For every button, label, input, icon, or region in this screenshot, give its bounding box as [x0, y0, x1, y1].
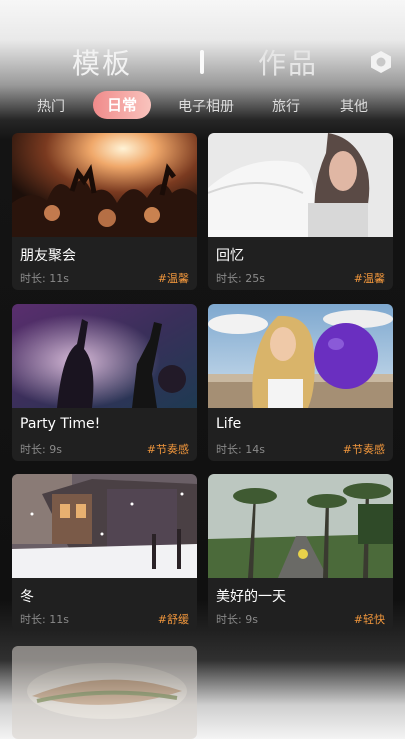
card-title: 美好的一天: [216, 589, 286, 605]
card-tag: #节奏感: [342, 443, 385, 456]
category-tabs: 热门 日常 电子相册 旅行 其他: [0, 90, 405, 122]
card-duration: 时长: 25s: [216, 272, 265, 285]
template-card[interactable]: 回忆 时长: 25s #温馨: [208, 133, 393, 290]
card-tag: #温馨: [157, 272, 189, 285]
card-tag: #轻快: [353, 613, 385, 626]
tab-templates[interactable]: 模板: [72, 42, 132, 82]
category-tab-daily[interactable]: 日常: [93, 91, 152, 119]
card-tag: #舒缓: [157, 613, 189, 626]
card-duration: 时长: 11s: [20, 272, 69, 285]
card-title: 回忆: [216, 248, 244, 264]
tab-works[interactable]: 作品: [258, 42, 318, 82]
template-card[interactable]: 冬 时长: 11s #舒缓: [12, 474, 197, 631]
template-card[interactable]: 美好的一天 时长: 9s #轻快: [208, 474, 393, 631]
card-duration: 时长: 11s: [20, 613, 69, 626]
template-card-partial[interactable]: [12, 646, 197, 739]
card-duration: 时长: 9s: [216, 613, 258, 626]
template-card[interactable]: Party Time! 时长: 9s #节奏感: [12, 304, 197, 461]
card-thumbnail: [208, 474, 393, 578]
card-duration: 时长: 9s: [20, 443, 62, 456]
template-card[interactable]: Life 时长: 14s #节奏感: [208, 304, 393, 461]
card-title: 朋友聚会: [20, 248, 76, 264]
category-tab-travel[interactable]: 旅行: [272, 96, 300, 116]
card-title: 冬: [20, 589, 34, 605]
card-title: Life: [216, 416, 242, 432]
card-thumbnail: [12, 133, 197, 237]
template-card[interactable]: 朋友聚会 时长: 11s #温馨: [12, 133, 197, 290]
category-tab-other[interactable]: 其他: [340, 96, 368, 116]
header: 模板 作品: [0, 0, 405, 88]
card-tag: #节奏感: [146, 443, 189, 456]
card-tag: #温馨: [353, 272, 385, 285]
card-title: Party Time!: [20, 416, 101, 432]
settings-icon[interactable]: [369, 50, 393, 74]
card-duration: 时长: 14s: [216, 443, 265, 456]
header-divider: [200, 50, 204, 74]
category-tab-album[interactable]: 电子相册: [178, 96, 234, 116]
category-tab-hot[interactable]: 热门: [37, 96, 65, 116]
card-thumbnail: [12, 474, 197, 578]
card-thumbnail: [208, 304, 393, 408]
card-thumbnail: [12, 304, 197, 408]
card-thumbnail: [208, 133, 393, 237]
